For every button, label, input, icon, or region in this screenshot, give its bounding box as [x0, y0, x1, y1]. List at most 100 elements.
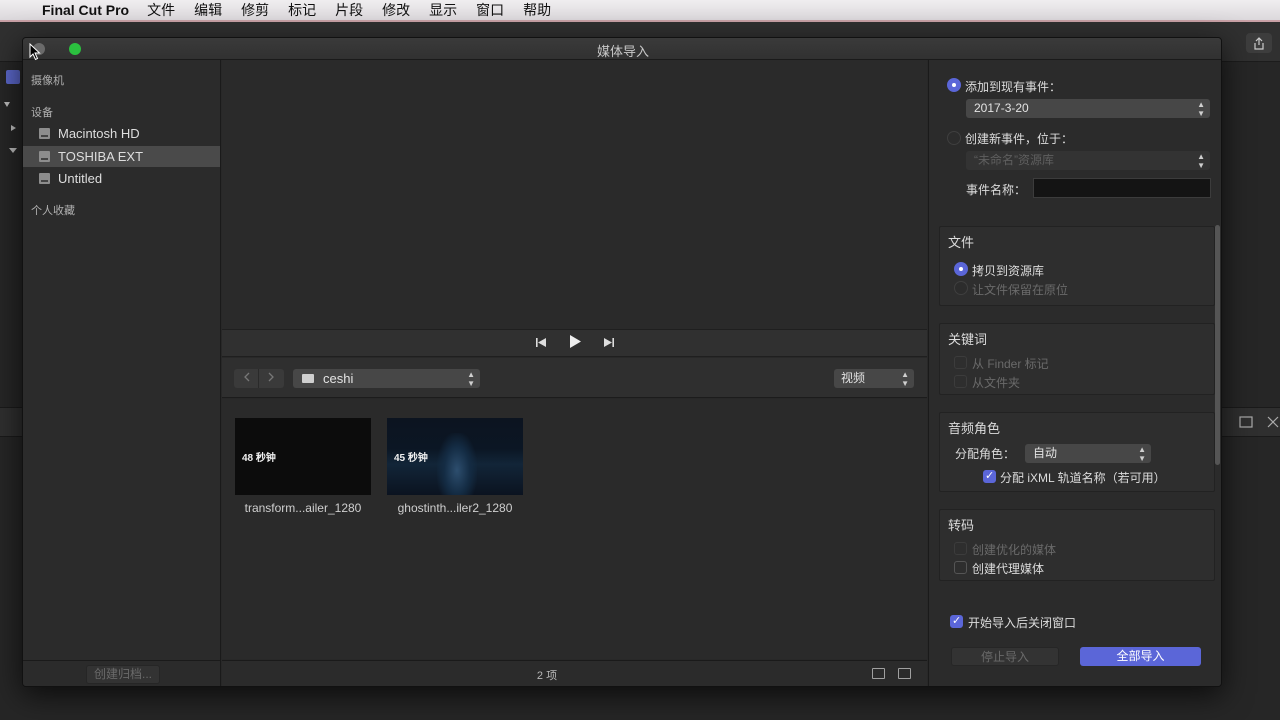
menu-file[interactable]: 文件: [147, 0, 175, 20]
play-icon: [569, 335, 581, 348]
menu-view[interactable]: 显示: [429, 0, 457, 20]
assign-ixml-checkbox[interactable]: [983, 469, 996, 483]
clip-item[interactable]: 48 秒钟 transform...ailer_1280: [235, 418, 371, 515]
forward-button[interactable]: [259, 369, 284, 388]
keywords-panel: 关键词 从 Finder 标记 从文件夹: [939, 323, 1215, 395]
menu-edit[interactable]: 编辑: [194, 0, 222, 20]
preview-viewer: [222, 60, 927, 330]
sidebar-item-toshiba-ext[interactable]: TOSHIBA EXT: [23, 146, 220, 167]
back-forward-buttons: [234, 369, 284, 388]
create-archive-button[interactable]: 创建归档...: [86, 665, 160, 684]
window-titlebar: 媒体导入: [23, 38, 1221, 60]
background-left-bar: [0, 407, 24, 437]
disk-icon: [39, 173, 50, 184]
keywords-section-title: 关键词: [948, 332, 988, 347]
copy-to-library-label: 拷贝到资源库: [972, 264, 1045, 278]
menu-help[interactable]: 帮助: [523, 0, 551, 20]
add-to-existing-event-radio[interactable]: [947, 78, 961, 92]
background-library-strip: [0, 62, 24, 182]
transcode-section-title: 转码: [948, 518, 975, 533]
back-button[interactable]: [234, 369, 259, 388]
window-title: 媒体导入: [596, 44, 649, 59]
folder-icon: [302, 374, 314, 383]
create-proxy-checkbox[interactable]: [954, 561, 967, 574]
transcode-panel: 转码 创建优化的媒体 创建代理媒体: [939, 509, 1215, 581]
stop-import-button[interactable]: 停止导入: [951, 647, 1059, 666]
from-finder-tags-checkbox[interactable]: [954, 356, 967, 369]
thumbnail-figure: [437, 433, 477, 495]
browser-status-bar: 2 项: [222, 660, 927, 686]
from-folders-label: 从文件夹: [972, 376, 1021, 390]
close-after-import-checkbox[interactable]: [950, 614, 963, 628]
create-new-event-radio[interactable]: [947, 131, 961, 145]
create-optimized-label: 创建优化的媒体: [972, 543, 1057, 557]
leave-in-place-label: 让文件保留在原位: [972, 283, 1069, 297]
clip-name: transform...ailer_1280: [244, 501, 362, 515]
sidebar-item-untitled[interactable]: Untitled: [23, 168, 220, 189]
event-name-label: 事件名称：: [966, 183, 1027, 197]
chevron-right-icon: [268, 372, 274, 382]
next-button[interactable]: [599, 336, 619, 351]
disk-icon: [39, 151, 50, 162]
menu-bar: Final Cut Pro 文件 编辑 修剪 标记 片段 修改 显示 窗口 帮助: [0, 0, 1280, 20]
media-type-popup[interactable]: 视频 ▲ ▼: [834, 369, 914, 388]
sidebar-footer: 创建归档...: [23, 660, 220, 686]
updown-chevron-icon: ▲ ▼: [1138, 445, 1146, 463]
previous-button[interactable]: [531, 336, 551, 351]
create-new-event-label: 创建新事件，位于：: [965, 132, 1074, 146]
share-button[interactable]: [1246, 33, 1272, 53]
sidebar-item-label: Untitled: [58, 171, 103, 186]
menu-modify[interactable]: 修改: [382, 0, 410, 20]
close-after-import-label: 开始导入后关闭窗口: [968, 616, 1077, 630]
play-button[interactable]: [565, 335, 585, 351]
existing-event-popup[interactable]: 2017-3-20 ▲ ▼: [966, 99, 1210, 118]
existing-event-value: 2017-3-20: [974, 101, 1029, 115]
options-scrollbar[interactable]: [1215, 225, 1220, 465]
menu-app-name[interactable]: Final Cut Pro: [42, 2, 129, 18]
audio-roles-panel: 音频角色 分配角色： 自动 ▲▼ 分配 iXML 轨道名称（若可用）: [939, 412, 1215, 492]
filmstrip-view-icon[interactable]: [898, 668, 911, 679]
assign-role-popup[interactable]: 自动 ▲ ▼: [1025, 444, 1151, 463]
menu-mark[interactable]: 标记: [288, 0, 316, 20]
updown-chevron-icon: ▲ ▼: [467, 370, 475, 388]
audio-roles-section-title: 音频角色: [948, 421, 1001, 436]
assign-role-value: 自动: [1033, 446, 1058, 460]
clip-duration: 45 秒钟: [394, 453, 428, 464]
create-proxy-label: 创建代理媒体: [972, 562, 1045, 576]
event-name-field[interactable]: [1033, 178, 1211, 198]
import-all-button[interactable]: 全部导入: [1080, 647, 1201, 666]
folder-popup[interactable]: ceshi ▲ ▼: [293, 369, 480, 388]
transport-controls: [222, 330, 927, 357]
media-type-value: 视频: [841, 371, 866, 385]
clip-browser: 48 秒钟 transform...ailer_1280 45 秒钟 ghost…: [222, 399, 927, 659]
copy-to-library-radio[interactable]: [954, 262, 968, 276]
sidebar-item-label: TOSHIBA EXT: [58, 149, 144, 164]
library-icon: [4, 70, 20, 153]
skip-back-icon: [535, 337, 546, 347]
sidebar-item-macintosh-hd[interactable]: Macintosh HD: [23, 123, 220, 144]
menu-trim[interactable]: 修剪: [241, 0, 269, 20]
clip-name: ghostinth...iler2_1280: [397, 501, 513, 515]
files-section-title: 文件: [948, 235, 975, 250]
create-optimized-checkbox[interactable]: [954, 542, 967, 555]
new-event-library-value: “未命名”资源库: [974, 153, 1054, 167]
menu-clip[interactable]: 片段: [335, 0, 363, 20]
clip-thumbnail[interactable]: 48 秒钟: [235, 418, 371, 495]
browser-toolbar: ceshi ▲ ▼ 视频 ▲ ▼: [222, 358, 927, 398]
from-folders-checkbox[interactable]: [954, 375, 967, 388]
clip-item[interactable]: 45 秒钟 ghostinth...iler2_1280: [387, 418, 523, 515]
disk-icon: [39, 128, 50, 139]
updown-chevron-icon: ▲ ▼: [1197, 100, 1205, 118]
list-view-icon[interactable]: [872, 668, 885, 679]
sidebar-section-devices: 设备: [31, 107, 53, 119]
skip-forward-icon: [603, 337, 614, 347]
share-icon: [1254, 36, 1264, 50]
folder-name: ceshi: [323, 371, 354, 386]
menu-window[interactable]: 窗口: [476, 0, 504, 20]
new-event-library-popup[interactable]: “未命名”资源库 ▲ ▼: [966, 151, 1210, 170]
leave-in-place-radio[interactable]: [954, 281, 968, 295]
import-options-pane: 添加到现有事件： 2017-3-20 ▲ ▼ 创建新事件，位于： “未命名”资源库…: [928, 60, 1221, 686]
background-right-bar: [1222, 407, 1280, 437]
item-count: 2 项: [536, 670, 558, 682]
clip-thumbnail[interactable]: 45 秒钟: [387, 418, 523, 495]
